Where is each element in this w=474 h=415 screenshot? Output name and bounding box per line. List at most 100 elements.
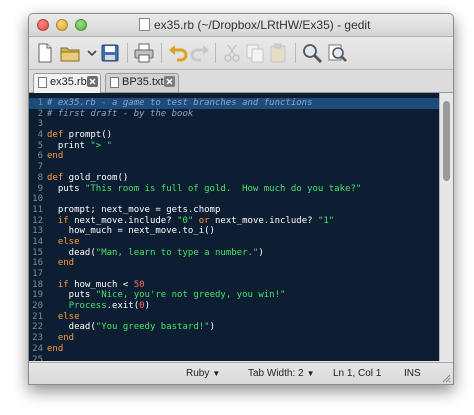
save-icon[interactable] xyxy=(99,42,121,64)
line-number: 24 xyxy=(32,343,43,354)
code-token: end xyxy=(57,333,75,344)
code-line[interactable]: 20 Process.exit(0) xyxy=(29,301,439,312)
redo-icon[interactable] xyxy=(189,42,211,64)
code-token: "You greedy bastard!" xyxy=(95,322,210,333)
line-code: # ex35.rb - a game to test branches and … xyxy=(47,98,439,109)
code-line[interactable]: 19 puts "Nice, you're not greedy, you wi… xyxy=(29,290,439,301)
line-code: dead("Man, learn to type a number.") xyxy=(47,248,439,259)
find-icon[interactable] xyxy=(301,42,323,64)
line-code: puts "Nice, you're not greedy, you win!" xyxy=(47,290,439,301)
window-zoom-button[interactable] xyxy=(75,19,87,31)
code-line[interactable]: 9 puts "This room is full of gold. How m… xyxy=(29,184,439,195)
line-code: # first draft - by the book xyxy=(47,109,439,120)
line-number: 10 xyxy=(32,194,43,205)
language-label: Ruby xyxy=(186,368,210,379)
code-line[interactable]: 17 xyxy=(29,269,439,280)
document-proxy-icon[interactable] xyxy=(139,18,150,31)
window-title-text: ex35.rb (~/Dropbox/LRtHW/Ex35) - gedit xyxy=(154,18,371,32)
resize-grip-icon[interactable] xyxy=(441,373,451,383)
close-tab-icon[interactable] xyxy=(164,76,175,87)
code-token: next_move.include? xyxy=(209,215,318,226)
open-folder-icon[interactable] xyxy=(59,42,81,64)
code-line[interactable]: 16 end xyxy=(29,258,439,269)
language-selector[interactable]: Ruby ▼ xyxy=(186,368,220,379)
window-minimize-button[interactable] xyxy=(56,19,68,31)
code-token: 50 xyxy=(133,279,145,290)
line-code: end xyxy=(47,258,439,269)
line-number: 21 xyxy=(32,311,43,322)
title-bar[interactable]: ex35.rb (~/Dropbox/LRtHW/Ex35) - gedit xyxy=(29,14,453,37)
scrollbar-thumb[interactable] xyxy=(443,101,450,181)
line-code: end xyxy=(47,151,439,162)
code-token: how_much < xyxy=(68,279,134,290)
print-icon[interactable] xyxy=(133,42,155,64)
undo-icon[interactable] xyxy=(167,42,189,64)
code-editor[interactable]: 1 # ex35.rb - a game to test branches and… xyxy=(29,93,439,361)
code-token: ) xyxy=(258,247,264,258)
toolbar xyxy=(29,37,453,70)
line-number: 12 xyxy=(32,215,43,226)
code-line[interactable]: 13 how_much = next_move.to_i() xyxy=(29,226,439,237)
line-number: 19 xyxy=(32,290,43,301)
code-line[interactable]: 10 xyxy=(29,194,439,205)
code-line[interactable]: 14 else xyxy=(29,237,439,248)
code-line[interactable]: 18 if how_much < 50 xyxy=(29,280,439,291)
paste-icon[interactable] xyxy=(267,42,289,64)
code-token: def xyxy=(47,172,64,183)
line-code: end xyxy=(47,344,439,355)
code-line[interactable]: 1 # ex35.rb - a game to test branches and… xyxy=(29,98,439,109)
code-token: "> " xyxy=(90,140,113,151)
tab-ex35-rb[interactable]: ex35.rb xyxy=(33,73,101,93)
line-number: 7 xyxy=(37,162,43,173)
line-number: 16 xyxy=(32,258,43,269)
code-line[interactable]: 6 end xyxy=(29,151,439,162)
code-line[interactable]: 7 xyxy=(29,162,439,173)
line-number: 25 xyxy=(32,354,43,362)
code-token: gold_room() xyxy=(63,172,129,183)
code-line[interactable]: 11 prompt; next_move = gets.chomp xyxy=(29,205,439,216)
code-line[interactable]: 24 end xyxy=(29,344,439,355)
code-token: "This room is full of gold. How much do … xyxy=(84,183,362,194)
code-line[interactable]: 5 print "> " xyxy=(29,141,439,152)
code-line[interactable]: 8 def gold_room() xyxy=(29,173,439,184)
line-code: if how_much < 50 xyxy=(47,280,439,291)
new-document-icon[interactable] xyxy=(34,42,56,64)
code-token: "1" xyxy=(317,215,335,226)
code-token: ) xyxy=(209,322,215,333)
close-tab-icon[interactable] xyxy=(87,76,98,87)
find-replace-icon[interactable] xyxy=(326,42,348,64)
code-line[interactable]: 22 dead("You greedy bastard!") xyxy=(29,322,439,333)
line-number: 13 xyxy=(32,226,43,237)
line-number: 15 xyxy=(32,247,43,258)
code-line[interactable]: 21 else xyxy=(29,312,439,323)
copy-icon[interactable] xyxy=(244,42,266,64)
line-number: 4 xyxy=(37,130,43,141)
code-line[interactable]: 4 def prompt() xyxy=(29,130,439,141)
tab-width-selector[interactable]: Tab Width: 2 ▼ xyxy=(248,368,315,379)
code-token: Process xyxy=(68,301,107,312)
code-line[interactable]: 25 xyxy=(29,355,439,362)
code-line[interactable]: 23 end xyxy=(29,333,439,344)
code-token: end xyxy=(47,343,64,354)
code-token: print xyxy=(47,140,91,151)
line-code: if next_move.include? "0" or next_move.i… xyxy=(47,216,439,227)
vertical-scrollbar[interactable] xyxy=(439,93,453,361)
cut-icon[interactable] xyxy=(221,42,243,64)
window-close-button[interactable] xyxy=(37,19,49,31)
code-line[interactable]: 3 xyxy=(29,119,439,130)
code-line[interactable]: 15 dead("Man, learn to type a number.") xyxy=(29,248,439,259)
line-number: 18 xyxy=(32,279,43,290)
tab-bp35-txt[interactable]: BP35.txt xyxy=(105,73,179,92)
code-line[interactable]: 12 if next_move.include? "0" or next_mov… xyxy=(29,216,439,227)
dropdown-arrow-icon[interactable] xyxy=(81,42,97,64)
code-line[interactable]: 2 # first draft - by the book xyxy=(29,109,439,120)
line-number: 3 xyxy=(37,119,43,130)
